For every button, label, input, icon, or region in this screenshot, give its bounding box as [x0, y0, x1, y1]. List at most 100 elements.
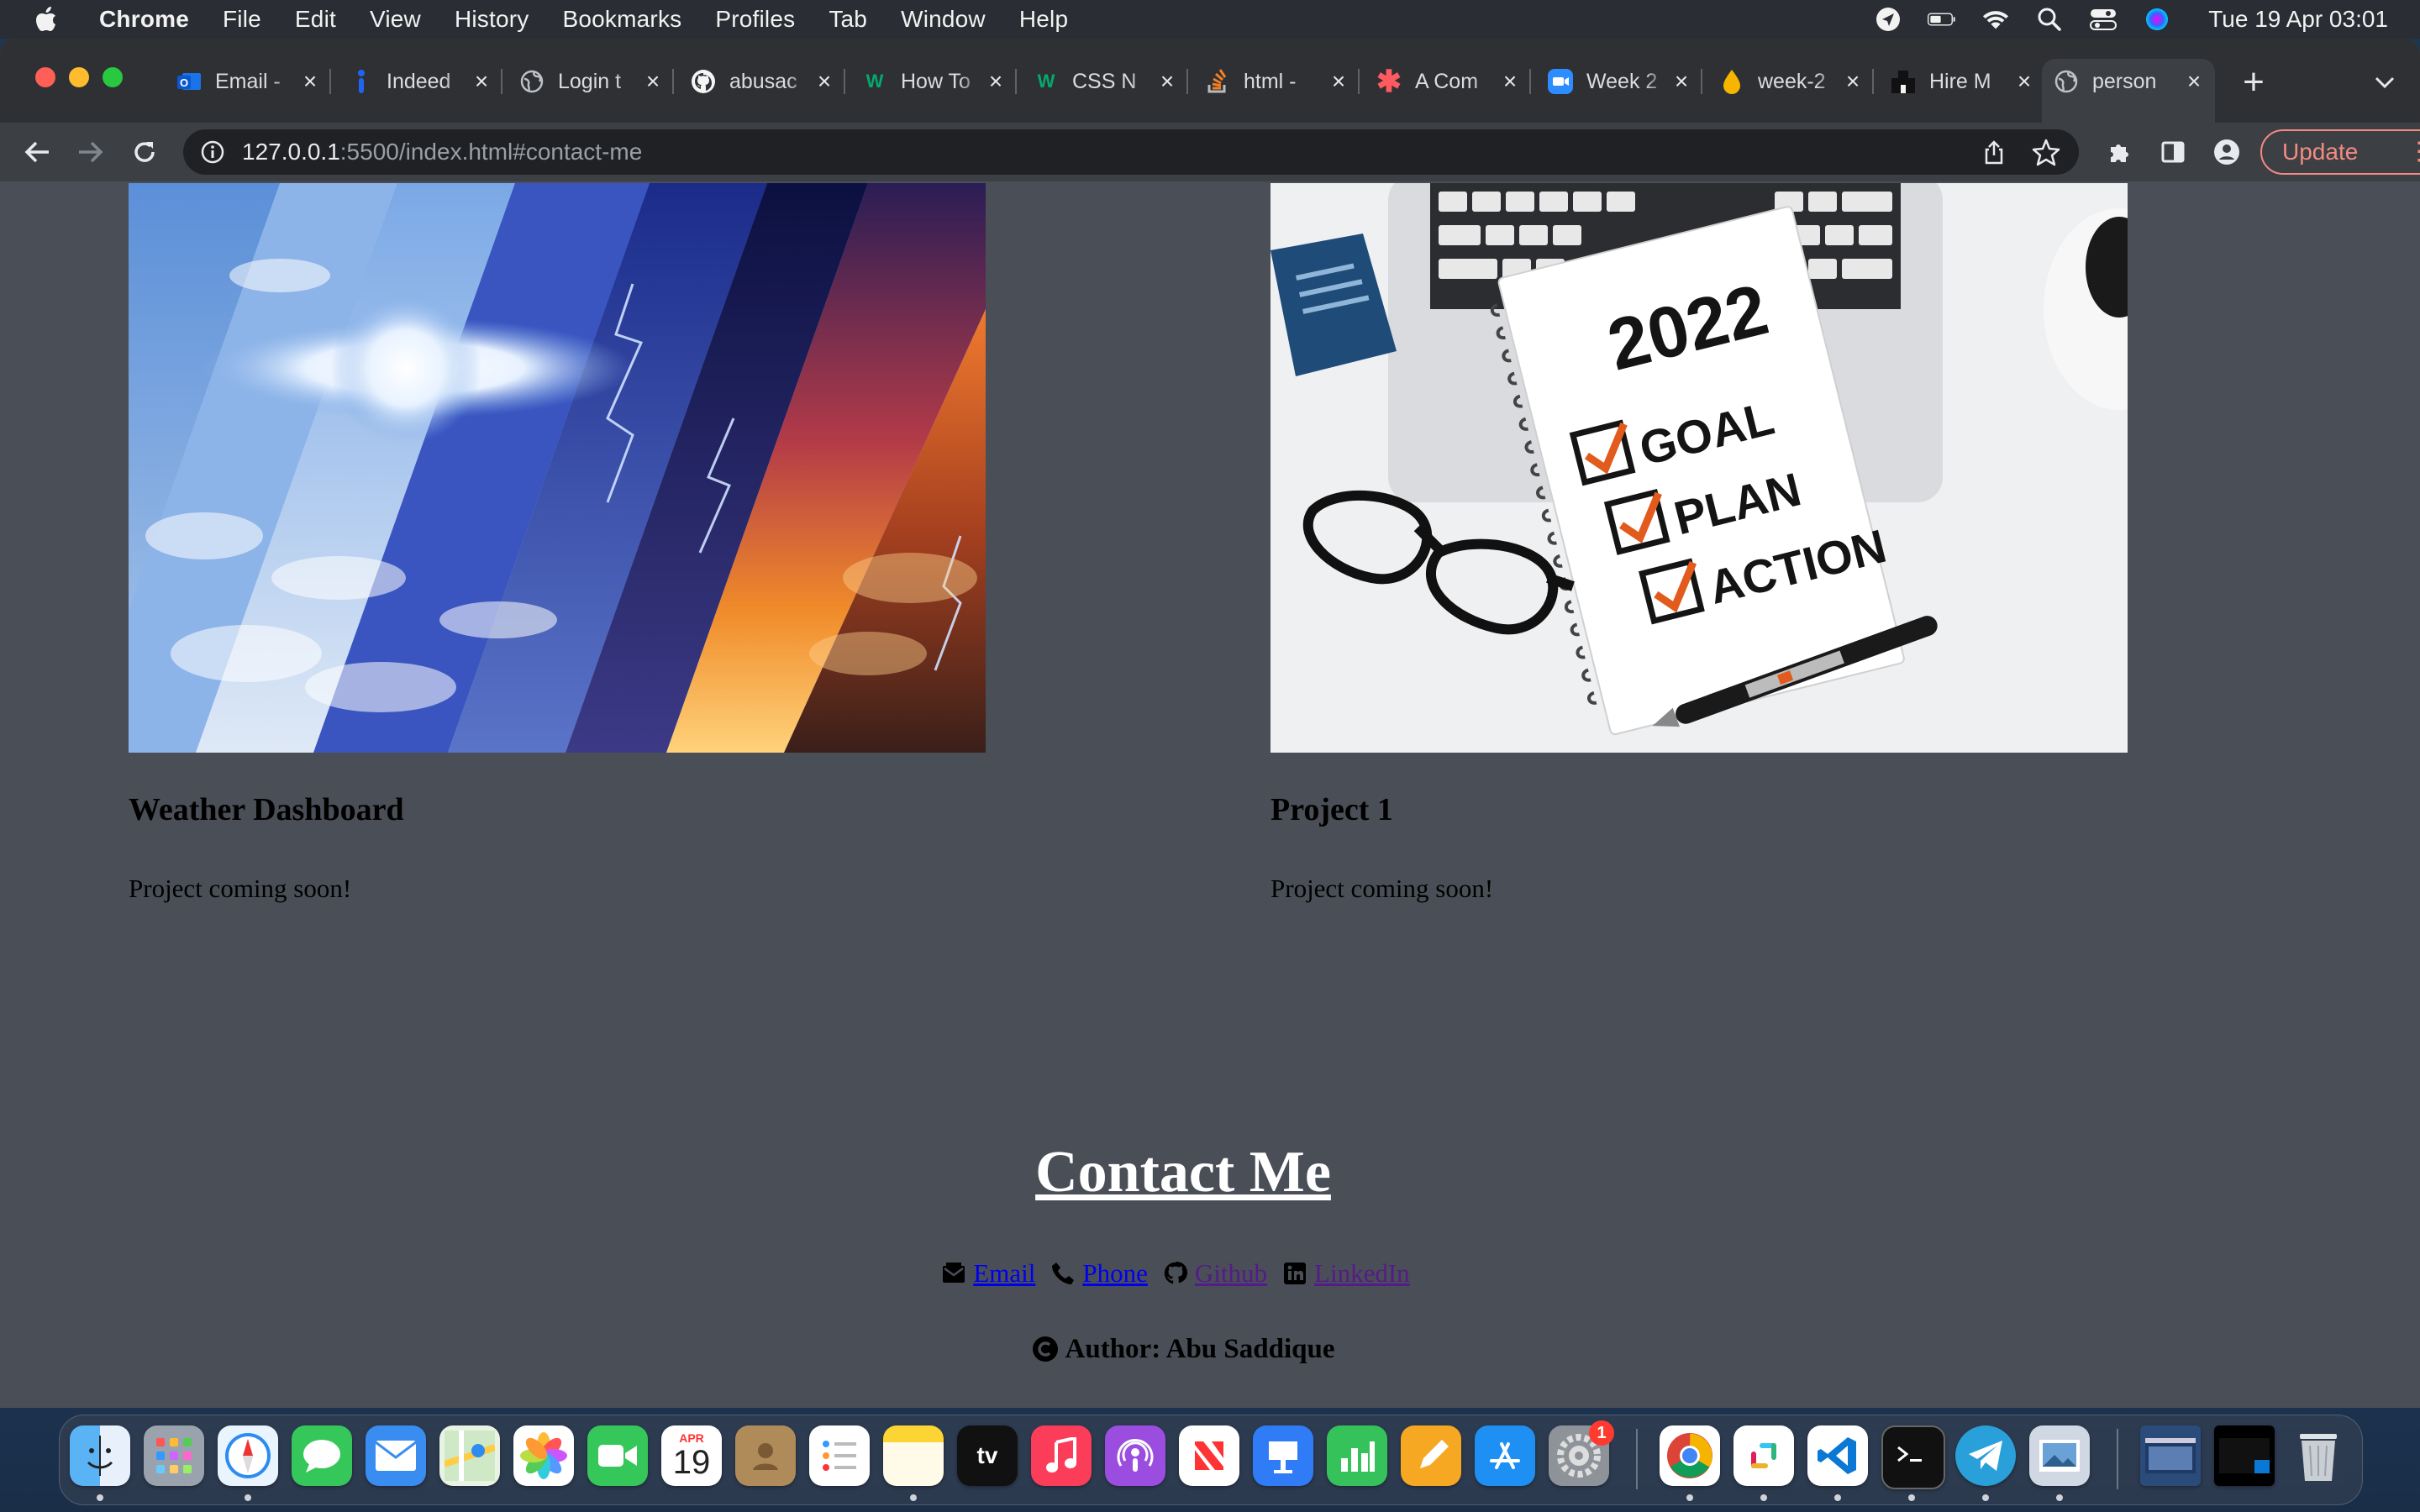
messages-icon[interactable]: [292, 1425, 352, 1486]
back-button[interactable]: [18, 134, 55, 171]
menu-bar-clock[interactable]: Tue 19 Apr 03:01: [2208, 6, 2388, 33]
new-tab-button[interactable]: +: [2235, 61, 2272, 102]
launchpad-icon[interactable]: [144, 1425, 204, 1486]
tab-title: week-2: [1758, 69, 1826, 93]
w3-icon: W: [865, 71, 884, 92]
zoom-window-button[interactable]: [103, 67, 123, 87]
share-icon[interactable]: [1981, 139, 2007, 165]
tab-week[interactable]: Week 2 ×: [1536, 59, 1702, 104]
spotlight-search-icon[interactable]: [2035, 7, 2064, 32]
running-indicator: [1908, 1494, 1915, 1501]
photos-icon[interactable]: [513, 1425, 574, 1486]
pages-icon[interactable]: [1401, 1425, 1461, 1486]
terminal-icon[interactable]: [1881, 1425, 1945, 1489]
close-tab-icon[interactable]: ×: [640, 68, 666, 94]
close-tab-icon[interactable]: ×: [1497, 68, 1523, 94]
close-tab-icon[interactable]: ×: [812, 68, 837, 94]
more-menu-icon[interactable]: ⋮: [2407, 139, 2420, 165]
slack-icon[interactable]: [1733, 1425, 1794, 1486]
menu-profiles[interactable]: Profiles: [715, 6, 795, 33]
tab-a-com[interactable]: ✱ A Com ×: [1365, 59, 1531, 104]
bookmark-star-icon[interactable]: [2032, 138, 2060, 166]
battery-icon[interactable]: [1928, 7, 1956, 32]
tab-title: A Com: [1415, 69, 1479, 93]
menu-file[interactable]: File: [223, 6, 261, 33]
music-icon[interactable]: [1031, 1425, 1092, 1486]
tab-title: Indeed: [387, 69, 451, 93]
news-icon[interactable]: [1179, 1425, 1239, 1486]
chrome-update-button[interactable]: Update ⋮: [2260, 129, 2420, 175]
close-tab-icon[interactable]: ×: [983, 68, 1008, 94]
extensions-puzzle-icon[interactable]: [2102, 134, 2139, 171]
recent-window-thumbnail[interactable]: [2214, 1425, 2275, 1486]
tab-indeed[interactable]: Indeed ×: [336, 59, 502, 104]
close-tab-icon[interactable]: ×: [1840, 68, 1865, 94]
wifi-icon[interactable]: [1981, 7, 2010, 32]
tab-github[interactable]: abusac ×: [679, 59, 845, 104]
contacts-icon[interactable]: [735, 1425, 796, 1486]
system-preferences-icon[interactable]: 1: [1549, 1420, 1614, 1486]
close-tab-icon[interactable]: ×: [1326, 68, 1351, 94]
close-window-button[interactable]: [35, 67, 55, 87]
address-bar[interactable]: 127.0.0.1:5500/index.html#contact-me: [183, 129, 2079, 175]
maps-icon[interactable]: [439, 1425, 500, 1486]
email-link[interactable]: Email: [973, 1258, 1035, 1289]
apple-tv-icon[interactable]: tv: [957, 1425, 1018, 1486]
tab-login[interactable]: Login t ×: [508, 59, 674, 104]
mail-icon[interactable]: [366, 1425, 426, 1486]
menu-bookmarks[interactable]: Bookmarks: [563, 6, 682, 33]
tab-search-chevron-icon[interactable]: [2370, 67, 2400, 97]
close-tab-icon[interactable]: ×: [1155, 68, 1180, 94]
menu-help[interactable]: Help: [1019, 6, 1068, 33]
apple-logo-icon[interactable]: [32, 5, 60, 34]
tab-email[interactable]: O Email - ×: [165, 59, 331, 104]
menu-history[interactable]: History: [455, 6, 529, 33]
reload-button[interactable]: [126, 134, 163, 171]
siri-icon[interactable]: [2143, 7, 2171, 32]
tab-html[interactable]: html - ×: [1193, 59, 1360, 104]
menu-app-name[interactable]: Chrome: [99, 6, 189, 33]
podcasts-icon[interactable]: [1105, 1425, 1165, 1486]
calendar-icon[interactable]: APR 19: [661, 1425, 722, 1486]
close-tab-icon[interactable]: ×: [469, 68, 494, 94]
telegram-icon[interactable]: [1955, 1425, 2016, 1486]
minimize-window-button[interactable]: [69, 67, 89, 87]
safari-icon[interactable]: [218, 1425, 278, 1486]
preview-icon[interactable]: [2029, 1425, 2090, 1486]
chrome-icon[interactable]: [1660, 1425, 1720, 1486]
keynote-icon[interactable]: [1253, 1425, 1313, 1486]
app-store-icon[interactable]: [1475, 1425, 1535, 1486]
control-center-icon[interactable]: [2089, 7, 2118, 32]
menu-window[interactable]: Window: [901, 6, 986, 33]
menu-view[interactable]: View: [370, 6, 421, 33]
close-tab-icon[interactable]: ×: [2012, 68, 2037, 94]
tab-how-to[interactable]: W How To ×: [850, 59, 1017, 104]
facetime-icon[interactable]: [587, 1425, 648, 1486]
url-text[interactable]: 127.0.0.1:5500/index.html#contact-me: [242, 139, 642, 165]
vscode-icon[interactable]: [1807, 1425, 1868, 1486]
tab-personal-active[interactable]: person ×: [2042, 59, 2215, 123]
page-viewport: Weather Dashboard Project coming soon! 2…: [0, 181, 2420, 1408]
forward-button[interactable]: [72, 134, 109, 171]
tab-hire-me[interactable]: Hire M ×: [1879, 59, 2045, 104]
linkedin-link[interactable]: LinkedIn: [1314, 1258, 1410, 1289]
tab-week-2[interactable]: week-2 ×: [1707, 59, 1874, 104]
menu-edit[interactable]: Edit: [295, 6, 336, 33]
location-icon[interactable]: [1874, 7, 1902, 32]
menu-tab[interactable]: Tab: [829, 6, 867, 33]
close-tab-icon[interactable]: ×: [1669, 68, 1694, 94]
recent-window-thumbnail[interactable]: [2140, 1425, 2201, 1486]
numbers-icon[interactable]: [1327, 1425, 1387, 1486]
github-link[interactable]: Github: [1195, 1258, 1267, 1289]
side-panel-icon[interactable]: [2154, 134, 2191, 171]
close-tab-icon[interactable]: ×: [297, 68, 323, 94]
finder-icon[interactable]: [70, 1425, 130, 1486]
site-info-icon[interactable]: [200, 139, 225, 165]
reminders-icon[interactable]: [809, 1425, 870, 1486]
tab-css[interactable]: W CSS N ×: [1022, 59, 1188, 104]
phone-link[interactable]: Phone: [1082, 1258, 1148, 1289]
trash-icon[interactable]: [2288, 1425, 2349, 1486]
notes-icon[interactable]: [883, 1425, 944, 1486]
profile-avatar-icon[interactable]: [2208, 134, 2245, 171]
close-tab-icon[interactable]: ×: [2181, 68, 2207, 94]
